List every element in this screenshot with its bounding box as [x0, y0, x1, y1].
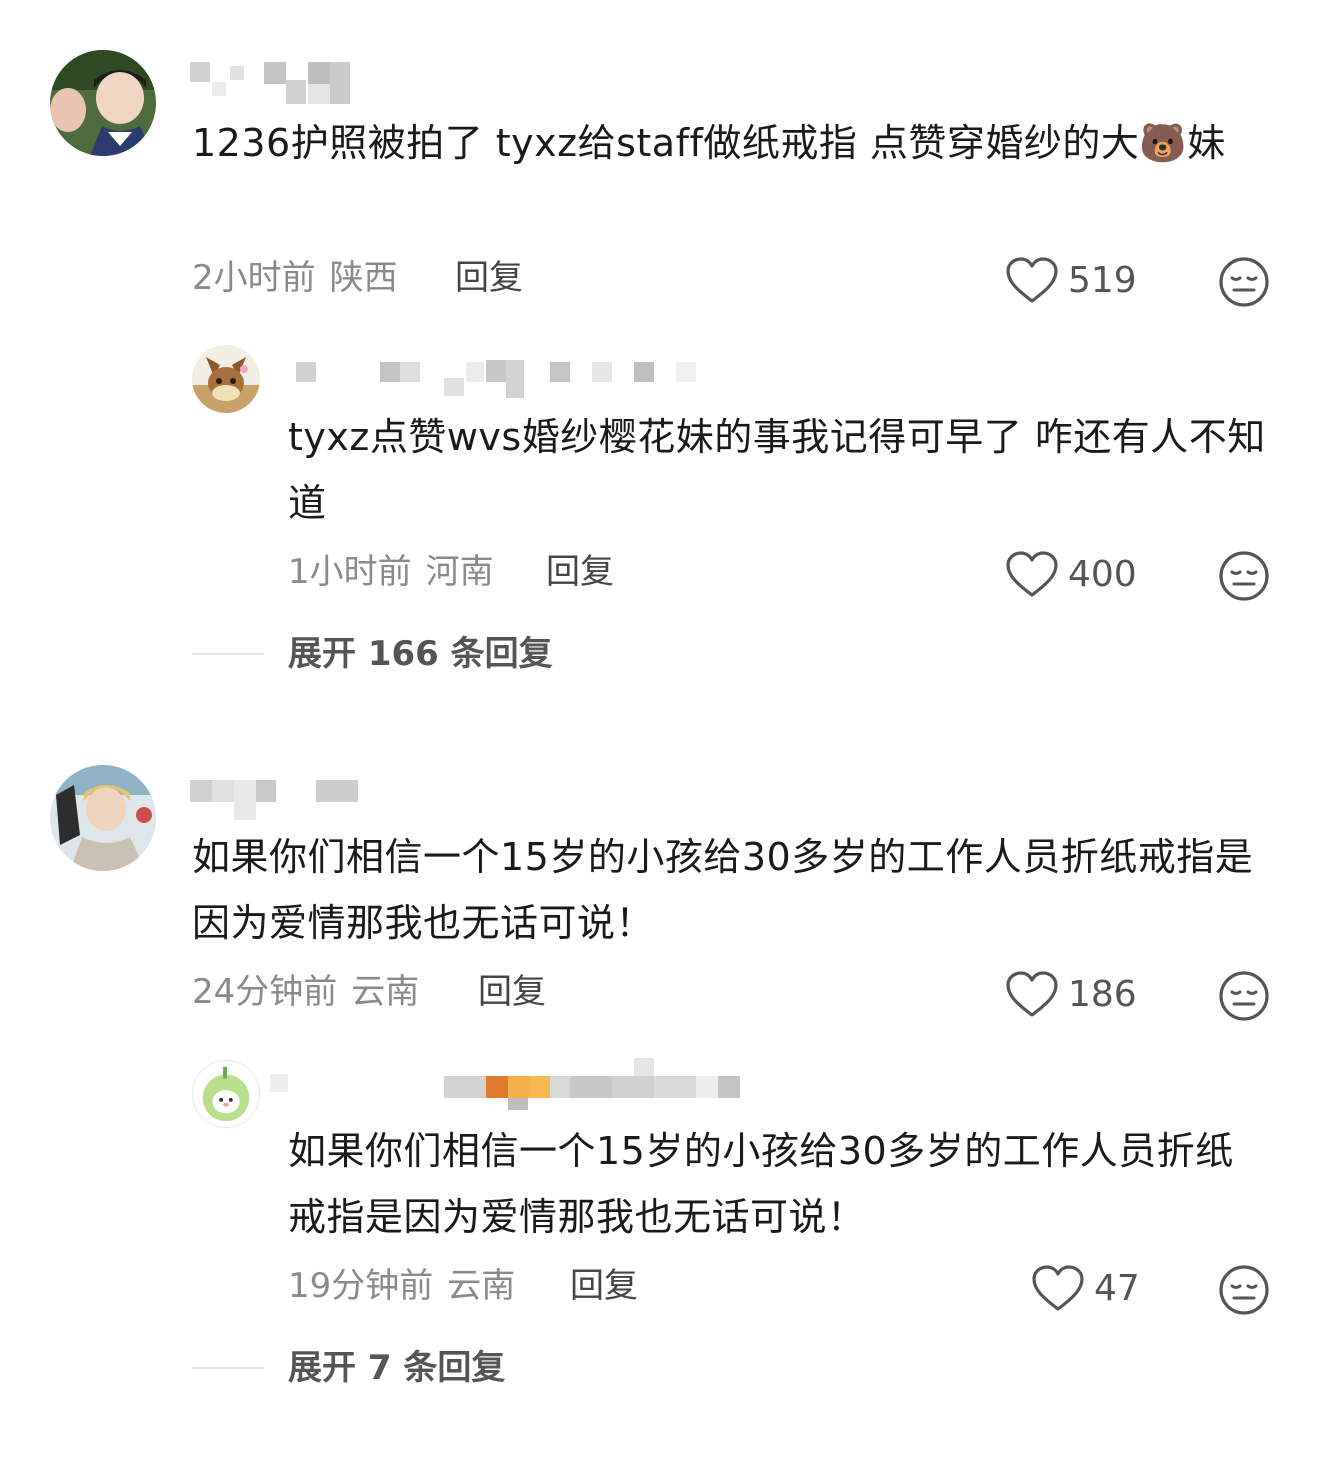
meh-face-icon [1219, 257, 1269, 307]
username-blurred[interactable] [190, 62, 360, 106]
avatar[interactable] [50, 50, 156, 156]
username-blurred[interactable] [190, 780, 360, 824]
heart-icon [1006, 257, 1058, 303]
reply-button[interactable]: 回复 [546, 552, 614, 592]
user-photo-icon [50, 50, 156, 156]
meh-face-icon [1219, 971, 1269, 1021]
divider-line [192, 1367, 264, 1369]
meh-face-icon [1219, 1265, 1269, 1315]
reply-button[interactable]: 回复 [455, 258, 523, 298]
dislike-button[interactable] [1218, 970, 1270, 1022]
comment-time: 2小时前 [192, 258, 316, 298]
username-blurred[interactable] [270, 1058, 740, 1110]
like-count: 519 [1068, 260, 1137, 301]
reply-text: tyxz点赞wvs婚纱樱花妹的事我记得可早了 咋还有人不知道 [288, 415, 1266, 525]
like-button[interactable]: 519 [1006, 256, 1137, 306]
comment-text: 如果你们相信一个15岁的小孩给30多岁的工作人员折纸戒指是因为爱情那我也无话可说… [192, 835, 1254, 945]
reply-text: 如果你们相信一个15岁的小孩给30多岁的工作人员折纸戒指是因为爱情那我也无话可说… [288, 1129, 1234, 1239]
reply-location: 河南 [425, 552, 494, 592]
comment-time: 24分钟前 [192, 972, 338, 1012]
reply-location: 云南 [447, 1266, 516, 1306]
reply-time: 1小时前 [288, 552, 412, 592]
expand-replies[interactable]: 展开 7 条回复 [192, 1346, 505, 1390]
like-button[interactable]: 186 [1006, 970, 1137, 1020]
dislike-button[interactable] [1218, 256, 1270, 308]
reply-meta: 19分钟前 云南 [288, 1266, 515, 1306]
cartoon-fox-icon [192, 345, 260, 413]
meh-face-icon [1219, 551, 1269, 601]
expand-replies[interactable]: 展开 166 条回复 [192, 632, 553, 676]
heart-icon [1006, 971, 1058, 1017]
comment-location: 云南 [351, 972, 420, 1012]
heart-icon [1006, 551, 1058, 597]
username-blurred[interactable] [296, 356, 696, 400]
avatar[interactable] [50, 765, 156, 871]
avatar[interactable] [192, 1060, 260, 1128]
like-button[interactable]: 47 [1032, 1264, 1140, 1314]
reply-button[interactable]: 回复 [570, 1266, 638, 1306]
cartoon-seal-icon [193, 1061, 259, 1127]
heart-icon [1032, 1265, 1084, 1311]
divider-line [192, 653, 264, 655]
comment-text: 1236护照被拍了 tyxz给staff做纸戒指 点赞穿婚纱的大🐻妹 [192, 121, 1226, 165]
avatar[interactable] [192, 345, 260, 413]
like-count: 400 [1068, 554, 1137, 595]
like-count: 47 [1094, 1268, 1140, 1309]
dislike-button[interactable] [1218, 550, 1270, 602]
comment-location: 陕西 [329, 258, 398, 298]
reply-button[interactable]: 回复 [478, 972, 546, 1012]
reply-time: 19分钟前 [288, 1266, 434, 1306]
reply-meta: 1小时前 河南 [288, 552, 494, 592]
comment-meta: 24分钟前 云南 [192, 972, 419, 1012]
expand-replies-label[interactable]: 展开 166 条回复 [288, 632, 553, 676]
expand-replies-label[interactable]: 展开 7 条回复 [288, 1346, 505, 1390]
like-count: 186 [1068, 974, 1137, 1015]
comment-meta: 2小时前 陕西 [192, 258, 398, 298]
like-button[interactable]: 400 [1006, 550, 1137, 600]
user-photo-icon [50, 765, 156, 871]
dislike-button[interactable] [1218, 1264, 1270, 1316]
